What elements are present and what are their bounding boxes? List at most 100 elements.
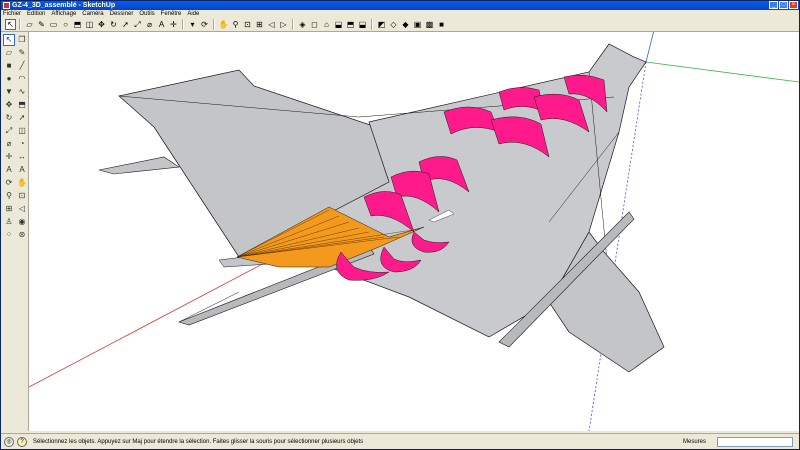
arc-tool-icon[interactable]: ◠ bbox=[16, 73, 28, 85]
look-around-icon[interactable]: ◉ bbox=[16, 216, 28, 228]
window-controls: _ □ × bbox=[769, 1, 798, 9]
toolbar-separator bbox=[292, 19, 294, 30]
pushpull-tool-icon[interactable]: ⬒ bbox=[16, 99, 28, 111]
polygon-tool-icon[interactable]: ▼ bbox=[3, 86, 15, 98]
orbit-icon[interactable]: ⟳ bbox=[199, 19, 210, 30]
previous-tool-icon[interactable]: ◁ bbox=[16, 203, 28, 215]
followme-tool-icon[interactable]: ➚ bbox=[16, 112, 28, 124]
axes-icon[interactable]: ✛ bbox=[168, 19, 179, 30]
maximize-button[interactable]: □ bbox=[779, 1, 788, 9]
menu-item-fichier[interactable]: Fichier bbox=[3, 10, 21, 18]
green-axis bbox=[645, 61, 799, 83]
model-drawing[interactable] bbox=[29, 32, 799, 431]
paint-icon[interactable]: ▾ bbox=[187, 19, 198, 30]
menu-item-caméra[interactable]: Caméra bbox=[82, 10, 103, 18]
eraser-icon[interactable]: ▱ bbox=[24, 19, 35, 30]
scale-tool-icon[interactable]: ⤢ bbox=[3, 125, 15, 137]
tape-tool-icon[interactable]: ⌀ bbox=[3, 138, 15, 150]
make-component-icon[interactable]: ❐ bbox=[16, 34, 28, 46]
dimension-tool-icon[interactable]: ↔ bbox=[16, 151, 28, 163]
zoom-tool-icon[interactable]: ⚲ bbox=[3, 190, 15, 202]
menu-item-dessiner[interactable]: Dessiner bbox=[110, 10, 134, 18]
zoom-icon[interactable]: ⚲ bbox=[230, 19, 241, 30]
model-viewport[interactable] bbox=[29, 32, 799, 431]
zoom-extents-tool-icon[interactable]: ⊞ bbox=[3, 203, 15, 215]
pencil-tool-icon[interactable]: ✎ bbox=[16, 47, 28, 59]
hidden-line-icon[interactable]: ◆ bbox=[400, 19, 411, 30]
rectangle-icon[interactable]: ▭ bbox=[48, 19, 59, 30]
xray-icon[interactable]: ◩ bbox=[376, 19, 387, 30]
section-plane-icon[interactable]: ⊛ bbox=[16, 229, 28, 241]
sketchup-window: GZ-4_3D_assemblé - SketchUp _ □ × Fichie… bbox=[0, 0, 800, 450]
menu-item-edition[interactable]: Edition bbox=[27, 10, 45, 18]
measurements-input[interactable] bbox=[717, 436, 793, 447]
offset-icon[interactable]: ◫ bbox=[84, 19, 95, 30]
right-view-icon[interactable]: ⬓ bbox=[333, 19, 344, 30]
top-view-icon[interactable]: ◻ bbox=[309, 19, 320, 30]
menu-item-fenêtre[interactable]: Fenêtre bbox=[161, 10, 182, 18]
text-icon[interactable]: A bbox=[156, 19, 167, 30]
minimize-button[interactable]: _ bbox=[769, 1, 778, 9]
menu-item-affichage[interactable]: Affichage bbox=[51, 10, 76, 18]
scale-icon[interactable]: ⤢ bbox=[132, 19, 143, 30]
zoom-window-tool-icon[interactable]: ⊡ bbox=[16, 190, 28, 202]
zoom-extents-icon[interactable]: ⊞ bbox=[254, 19, 265, 30]
shaded-icon[interactable]: ▣ bbox=[412, 19, 423, 30]
orbit-tool-icon[interactable]: ⟳ bbox=[3, 177, 15, 189]
rotate-icon[interactable]: ↻ bbox=[108, 19, 119, 30]
freehand-tool-icon[interactable]: ∿ bbox=[16, 86, 28, 98]
help-icon[interactable]: ? bbox=[17, 436, 27, 447]
pushpull-icon[interactable]: ⬒ bbox=[72, 19, 83, 30]
pan-tool-icon[interactable]: ✋ bbox=[16, 177, 28, 189]
left-view-icon[interactable]: ⬓ bbox=[357, 19, 368, 30]
back-view-icon[interactable]: ⬒ bbox=[345, 19, 356, 30]
left-toolbar-grid: ↖ ❐ ▱ ✎ ■ ╱ ● ◠ ▼ ∿ ✥ ⬒ ↻ ➚ ⤢ ◫ ⌀ ◔ ✛ ↔ A A ⟳ ✋ ⚲ ⊡ ⊞ ◁ ♙ ◉ ⁘ ⊛ bbox=[3, 34, 28, 241]
blue-axis bbox=[645, 32, 654, 63]
geo-location-icon[interactable]: ◎ bbox=[4, 436, 14, 447]
toolbar-separator bbox=[19, 19, 21, 30]
menu-item-aide[interactable]: Aide bbox=[187, 10, 199, 18]
circle-tool-icon[interactable]: ● bbox=[3, 73, 15, 85]
previous-view-icon[interactable]: ◁ bbox=[266, 19, 277, 30]
eraser-tool-icon[interactable]: ▱ bbox=[3, 47, 15, 59]
circle-icon[interactable]: ○ bbox=[60, 19, 71, 30]
main-toolbar: ↖ ▱ ✎ ▭ ○ ⬒ ◫ ✥ ↻ ➚ ⤢ ⌀ A ✛ ▾ ⟳ ✋ ⚲ ⊡ ⊞ ◁ ▷ ◈ ◻ ⌂ ⬓ ⬒ ⬓ ◩ ◇ ◆ ▣ ▩ ■ bbox=[1, 18, 799, 32]
3dtext-tool-icon[interactable]: A bbox=[16, 164, 28, 176]
status-bar: ◎ ? Sélectionnez les objets. Appuyez sur… bbox=[1, 433, 799, 449]
select-tool-icon[interactable]: ↖ bbox=[3, 34, 15, 46]
window-title: GZ-4_3D_assemblé - SketchUp bbox=[12, 2, 116, 9]
protractor-tool-icon[interactable]: ◔ bbox=[16, 138, 28, 150]
text-tool-icon[interactable]: A bbox=[3, 164, 15, 176]
next-view-icon[interactable]: ▷ bbox=[278, 19, 289, 30]
measurements-label: Mesures bbox=[683, 438, 707, 445]
walk-tool-icon[interactable]: ⁘ bbox=[3, 229, 15, 241]
position-camera-icon[interactable]: ♙ bbox=[3, 216, 15, 228]
pan-icon[interactable]: ✋ bbox=[218, 19, 229, 30]
zoom-window-icon[interactable]: ⊡ bbox=[242, 19, 253, 30]
menu-bar: Fichier Edition Affichage Caméra Dessiner Out… bbox=[1, 10, 799, 18]
toolbar-separator bbox=[213, 19, 215, 30]
move-icon[interactable]: ✥ bbox=[96, 19, 107, 30]
textured-icon[interactable]: ▩ bbox=[424, 19, 435, 30]
select-icon[interactable]: ↖ bbox=[5, 19, 16, 30]
title-bar[interactable]: GZ-4_3D_assemblé - SketchUp _ □ × bbox=[1, 1, 799, 10]
toolbar-separator bbox=[182, 19, 184, 30]
wireframe-icon[interactable]: ◇ bbox=[388, 19, 399, 30]
rotate-tool-icon[interactable]: ↻ bbox=[3, 112, 15, 124]
front-canard[interactable] bbox=[98, 156, 180, 175]
pencil-icon[interactable]: ✎ bbox=[36, 19, 47, 30]
move-tool-icon[interactable]: ✥ bbox=[3, 99, 15, 111]
line-tool-icon[interactable]: ╱ bbox=[16, 60, 28, 72]
close-button[interactable]: × bbox=[789, 1, 798, 9]
followme-icon[interactable]: ➚ bbox=[120, 19, 131, 30]
tape-icon[interactable]: ⌀ bbox=[144, 19, 155, 30]
menu-item-outils[interactable]: Outils bbox=[139, 10, 154, 18]
iso-view-icon[interactable]: ◈ bbox=[297, 19, 308, 30]
offset-tool-icon[interactable]: ◫ bbox=[16, 125, 28, 137]
monochrome-icon[interactable]: ■ bbox=[436, 19, 447, 30]
axes-tool-icon[interactable]: ✛ bbox=[3, 151, 15, 163]
status-message: Sélectionnez les objets. Appuyez sur Maj… bbox=[33, 438, 364, 445]
rectangle-tool-icon[interactable]: ■ bbox=[3, 60, 15, 72]
left-toolbar: ↖ ❐ ▱ ✎ ■ ╱ ● ◠ ▼ ∿ ✥ ⬒ ↻ ➚ ⤢ ◫ ⌀ ◔ ✛ ↔ A A ⟳ ✋ ⚲ ⊡ ⊞ ◁ ♙ ◉ ⁘ ⊛ bbox=[1, 32, 29, 431]
front-view-icon[interactable]: ⌂ bbox=[321, 19, 332, 30]
